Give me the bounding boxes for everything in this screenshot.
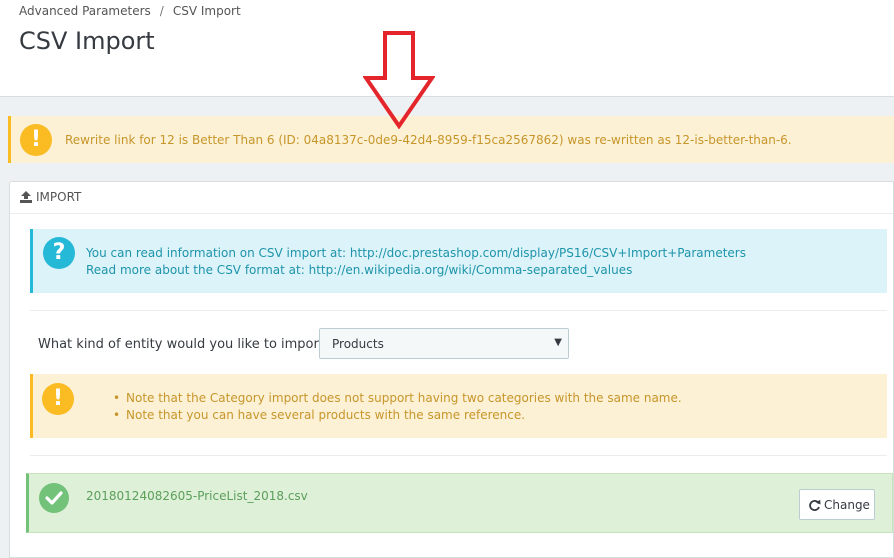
rewrite-warning-alert: ! Rewrite link for 12 is Better Than 6 (… <box>8 116 894 163</box>
csv-info-line-2: Read more about the CSV format at: http:… <box>86 263 632 277</box>
entity-select-label: What kind of entity would you like to im… <box>38 337 331 352</box>
change-file-button[interactable]: Change <box>799 489 875 520</box>
csv-info-alert: ? You can read information on CSV import… <box>30 229 887 293</box>
question-icon: ? <box>43 237 75 269</box>
exclamation-icon: ! <box>42 383 74 415</box>
breadcrumb-parent-link[interactable]: Advanced Parameters <box>19 4 151 18</box>
exclamation-icon: ! <box>20 124 52 156</box>
check-circle-icon <box>39 483 69 513</box>
entity-select[interactable]: Products ▼ <box>319 328 569 359</box>
breadcrumb-separator: / <box>159 4 164 18</box>
csv-info-prefix-1: You can read information on CSV import a… <box>86 246 350 260</box>
breadcrumb: Advanced Parameters / CSV Import <box>19 4 241 18</box>
refresh-icon <box>809 499 821 511</box>
uploaded-file-name: 20180124082605-PriceList_2018.csv <box>86 489 308 503</box>
page-title: CSV Import <box>19 27 155 55</box>
csv-info-line-1: You can read information on CSV import a… <box>86 246 746 260</box>
import-panel: IMPORT ? You can read information on CSV… <box>9 181 894 558</box>
uploaded-file-alert: 20180124082605-PriceList_2018.csv Change <box>26 473 893 533</box>
entity-select-value: Products <box>332 337 384 351</box>
import-notes-list: Note that the Category import does not s… <box>113 390 682 424</box>
change-file-button-label: Change <box>824 498 870 512</box>
import-panel-title: IMPORT <box>36 190 82 204</box>
import-notes-alert: ! Note that the Category import does not… <box>30 374 887 438</box>
list-item: Note that the Category import does not s… <box>113 390 682 407</box>
rewrite-warning-text: Rewrite link for 12 is Better Than 6 (ID… <box>65 133 792 147</box>
divider <box>30 455 887 456</box>
breadcrumb-current: CSV Import <box>172 4 241 18</box>
upload-icon <box>20 191 32 203</box>
csv-import-doc-link[interactable]: http://doc.prestashop.com/display/PS16/C… <box>350 246 746 260</box>
caret-down-icon: ▼ <box>554 337 562 348</box>
page-header: Advanced Parameters / CSV Import CSV Impor… <box>0 0 894 97</box>
divider <box>30 310 887 311</box>
import-panel-heading: IMPORT <box>10 182 893 214</box>
list-item: Note that you can have several products … <box>113 407 682 424</box>
csv-info-prefix-2: Read more about the CSV format at: <box>86 263 309 277</box>
annotation-arrow-icon <box>363 31 435 129</box>
csv-format-wiki-link[interactable]: http://en.wikipedia.org/wiki/Comma-separ… <box>309 263 633 277</box>
